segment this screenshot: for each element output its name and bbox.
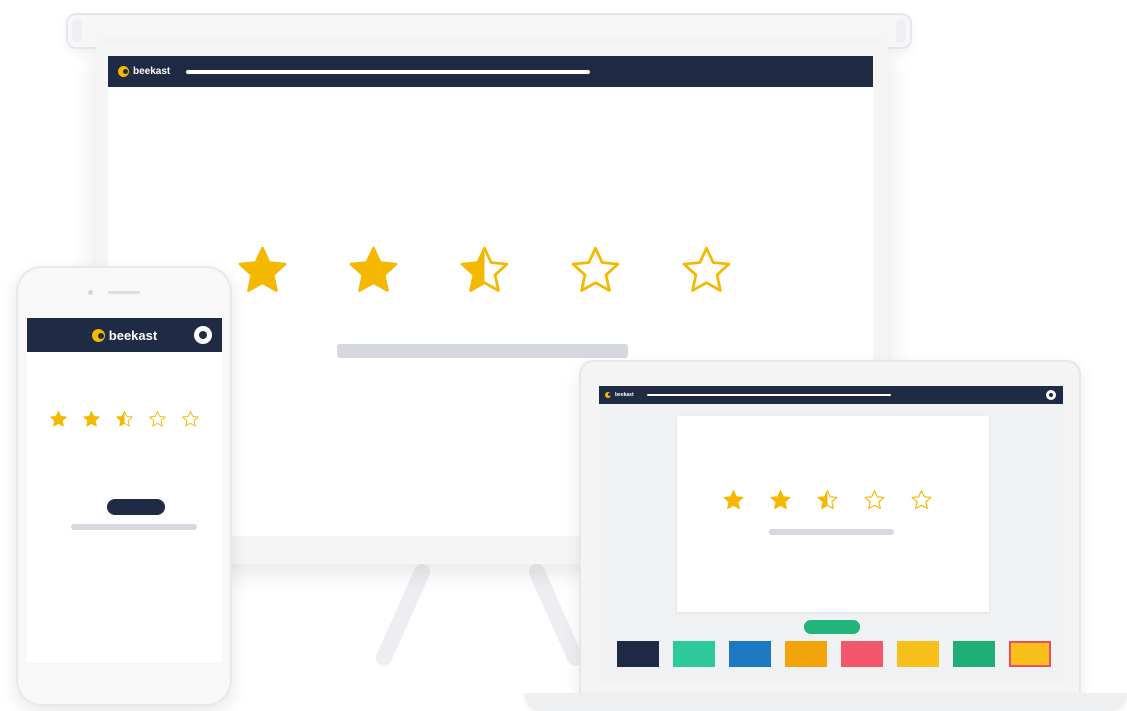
- color-swatch-6[interactable]: [897, 641, 939, 667]
- phone-topbar: beekast: [27, 318, 222, 352]
- slide-preview: [677, 416, 989, 612]
- color-swatch-4[interactable]: [785, 641, 827, 667]
- laptop-base: [524, 693, 1127, 711]
- projector-leg-right: [526, 561, 586, 669]
- beekast-logo: beekast: [91, 327, 158, 343]
- caption-placeholder: [769, 529, 894, 535]
- star-half-icon: [457, 244, 512, 299]
- color-swatch-8[interactable]: [1009, 641, 1051, 667]
- projector-topbar: beekast: [108, 56, 873, 87]
- phone-device: beekast: [16, 266, 232, 706]
- star-full-icon: [235, 244, 290, 299]
- bee-logo-icon: [605, 392, 611, 398]
- phone-camera: [88, 290, 93, 295]
- star-empty-icon: [568, 244, 623, 299]
- color-swatch-1[interactable]: [617, 641, 659, 667]
- submit-button[interactable]: [804, 620, 860, 634]
- beekast-logo: beekast: [605, 392, 634, 398]
- laptop-device: beekast: [579, 360, 1081, 700]
- rating-stars: [235, 244, 734, 299]
- laptop-screen: beekast: [599, 386, 1063, 682]
- caption-placeholder: [71, 524, 197, 530]
- logo-text: beekast: [108, 327, 158, 343]
- star-half-icon: [816, 489, 839, 512]
- phone-screen: beekast: [27, 318, 222, 662]
- submit-button[interactable]: [107, 499, 165, 515]
- caption-placeholder: [337, 344, 628, 358]
- logo-text: beekast: [133, 66, 171, 77]
- color-swatch-5[interactable]: [841, 641, 883, 667]
- star-empty-icon: [910, 489, 933, 512]
- title-placeholder-line: [647, 394, 891, 396]
- star-full-icon[interactable]: [82, 410, 101, 429]
- star-empty-icon[interactable]: [181, 410, 200, 429]
- bee-logo-icon: [118, 66, 129, 77]
- phone-speaker: [108, 291, 140, 294]
- rating-stars: [722, 489, 933, 512]
- projector-leg-left: [373, 561, 433, 669]
- color-swatch-3[interactable]: [729, 641, 771, 667]
- star-full-icon: [346, 244, 401, 299]
- user-circle-icon[interactable]: [194, 326, 212, 344]
- color-swatch-7[interactable]: [953, 641, 995, 667]
- star-full-icon: [722, 489, 745, 512]
- rating-stars[interactable]: [49, 410, 200, 429]
- star-full-icon[interactable]: [49, 410, 68, 429]
- bee-logo-icon: [91, 328, 105, 342]
- beekast-logo: beekast: [118, 66, 170, 77]
- user-circle-icon[interactable]: [1046, 390, 1056, 400]
- star-empty-icon[interactable]: [148, 410, 167, 429]
- laptop-topbar: beekast: [599, 386, 1063, 404]
- star-half-icon[interactable]: [115, 410, 134, 429]
- star-full-icon: [769, 489, 792, 512]
- star-empty-icon: [679, 244, 734, 299]
- logo-text: beekast: [615, 392, 634, 398]
- title-placeholder-line: [186, 70, 590, 74]
- color-swatch-2[interactable]: [673, 641, 715, 667]
- star-empty-icon: [863, 489, 886, 512]
- color-palette: [617, 641, 1051, 667]
